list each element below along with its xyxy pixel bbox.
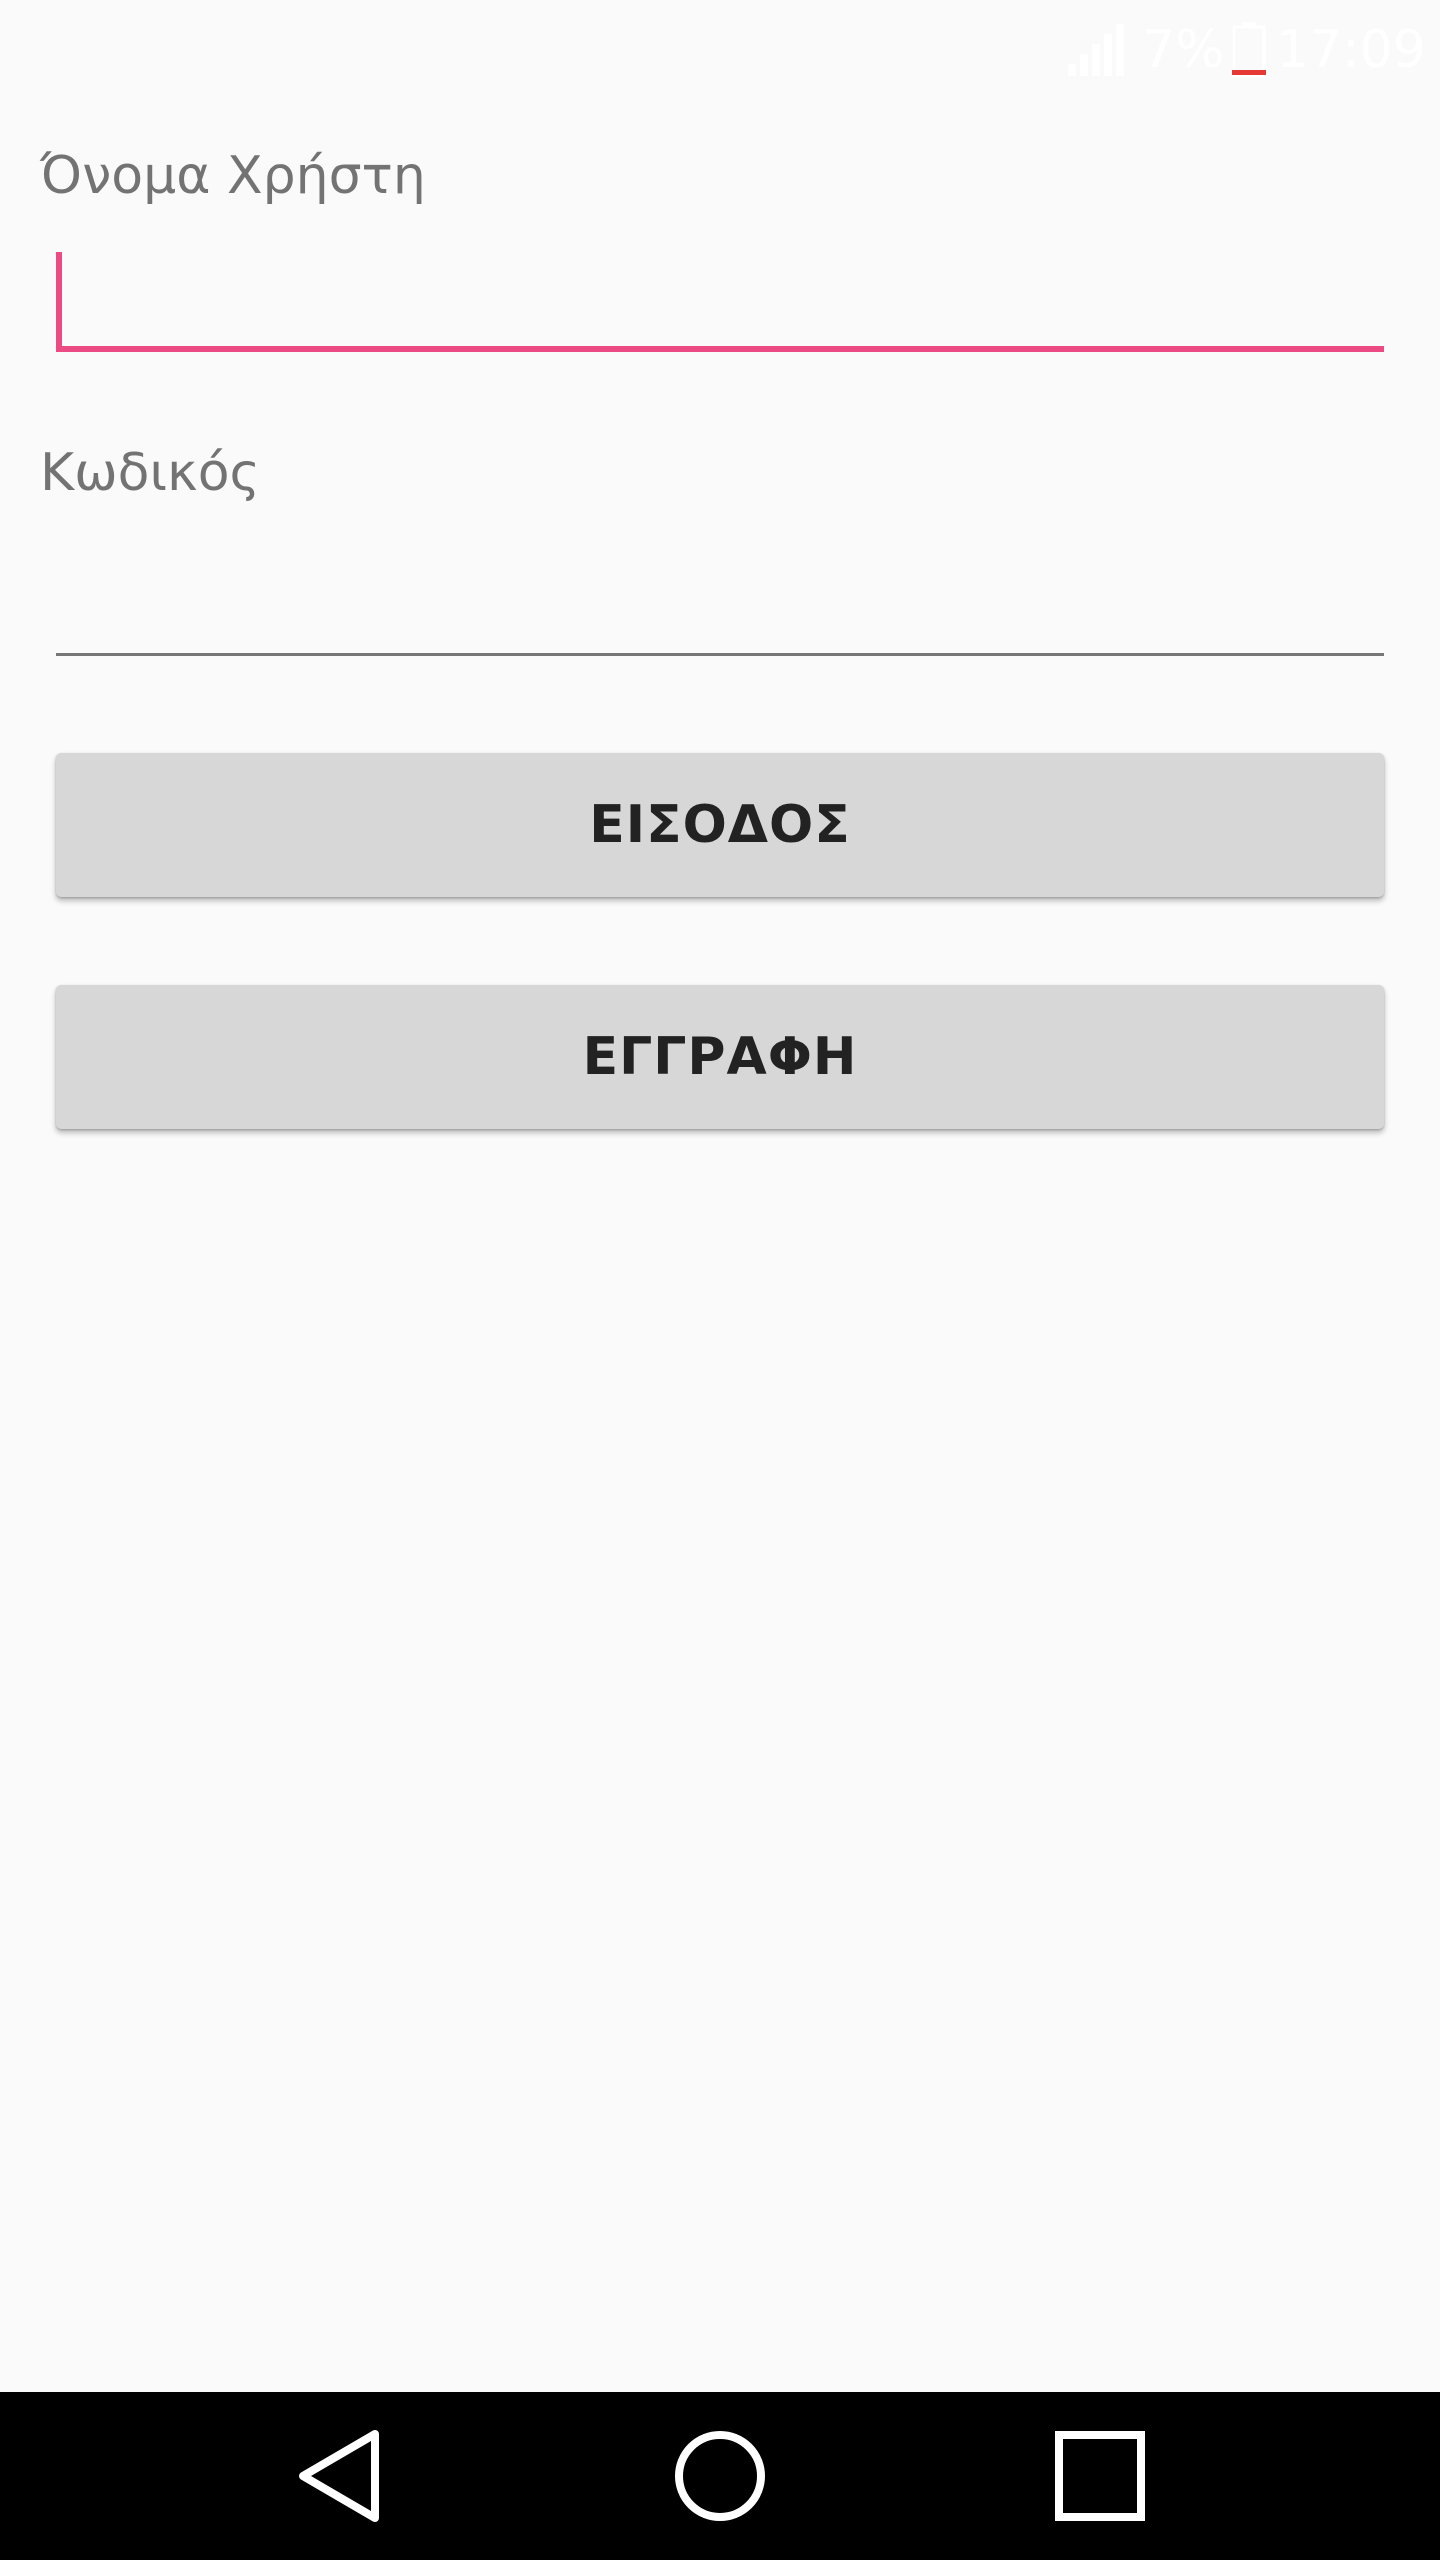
status-bar: 7% 17:09 — [0, 0, 1440, 100]
register-button[interactable]: ΕΓΓΡΑΦΗ — [56, 985, 1384, 1129]
recent-apps-icon — [1055, 2431, 1145, 2521]
login-button[interactable]: ΕΙΣΟΔΟΣ — [56, 753, 1384, 897]
signal-icon — [1068, 24, 1124, 76]
home-icon — [675, 2431, 765, 2521]
password-input[interactable] — [56, 560, 1384, 656]
battery-percentage: 7% — [1142, 20, 1225, 80]
back-icon — [299, 2430, 379, 2522]
password-label: Κωδικός — [40, 443, 261, 503]
navigation-bar — [0, 2392, 1440, 2560]
status-time: 17:09 — [1276, 20, 1426, 80]
back-button[interactable] — [240, 2392, 440, 2560]
username-label: Όνομα Χρήστη — [40, 146, 426, 206]
username-input[interactable] — [56, 256, 1384, 352]
text-cursor — [56, 252, 62, 348]
battery-icon — [1232, 22, 1266, 78]
home-button[interactable] — [620, 2392, 820, 2560]
recent-apps-button[interactable] — [1000, 2392, 1200, 2560]
